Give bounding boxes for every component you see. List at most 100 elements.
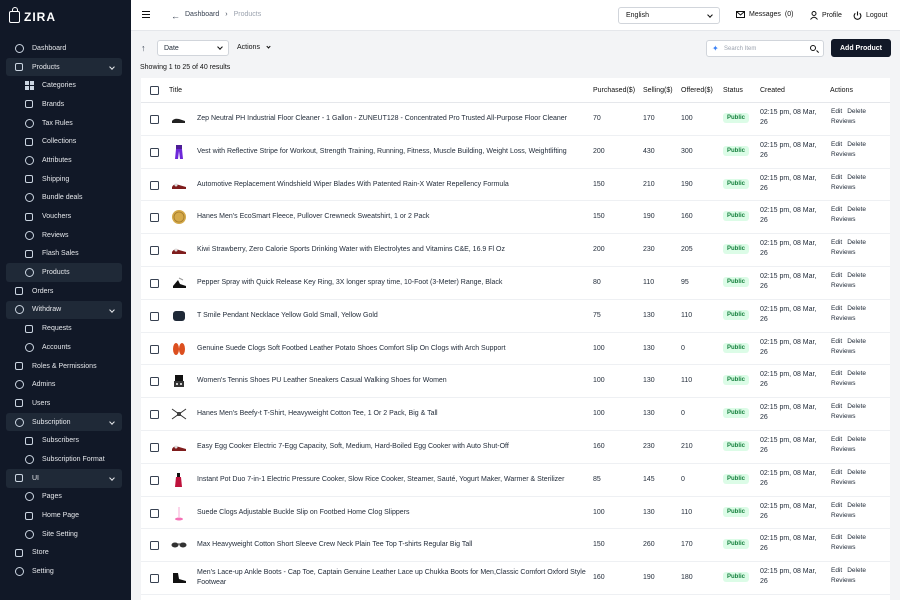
edit-link[interactable]: Edit bbox=[831, 141, 842, 148]
delete-link[interactable]: Delete bbox=[847, 534, 866, 541]
reviews-link[interactable]: Reviews bbox=[831, 315, 856, 322]
sidebar-item-accounts[interactable]: Accounts bbox=[6, 338, 122, 357]
edit-link[interactable]: Edit bbox=[831, 174, 842, 181]
row-checkbox[interactable] bbox=[150, 541, 159, 551]
product-title[interactable]: Hanes Men's Beefy-t T-Shirt, Heavyweight… bbox=[197, 403, 587, 425]
reviews-link[interactable]: Reviews bbox=[831, 380, 856, 387]
delete-link[interactable]: Delete bbox=[847, 338, 866, 345]
sidebar-item-brands[interactable]: Brands bbox=[6, 95, 122, 114]
sidebar-item-subscription-format[interactable]: Subscription Format bbox=[6, 450, 122, 469]
reviews-link[interactable]: Reviews bbox=[831, 512, 856, 519]
search-box[interactable]: ✦ Search Item bbox=[706, 40, 824, 57]
row-checkbox[interactable] bbox=[150, 443, 159, 452]
row-checkbox[interactable] bbox=[150, 344, 159, 354]
menu-toggle-icon[interactable] bbox=[142, 11, 150, 18]
edit-link[interactable]: Edit bbox=[831, 436, 842, 443]
edit-link[interactable]: Edit bbox=[831, 502, 842, 509]
row-checkbox[interactable] bbox=[150, 377, 159, 387]
product-title[interactable]: Automotive Replacement Windshield Wiper … bbox=[197, 174, 587, 196]
row-checkbox[interactable] bbox=[150, 508, 159, 518]
sidebar-item-roles-permissions[interactable]: Roles & Permissions bbox=[6, 357, 122, 376]
col-offered[interactable]: Offered($) bbox=[681, 87, 713, 94]
delete-link[interactable]: Delete bbox=[847, 436, 866, 443]
reviews-link[interactable]: Reviews bbox=[831, 184, 856, 191]
row-checkbox[interactable] bbox=[150, 147, 159, 157]
reviews-link[interactable]: Reviews bbox=[831, 577, 856, 584]
breadcrumb-dashboard[interactable]: Dashboard bbox=[185, 11, 219, 18]
edit-link[interactable]: Edit bbox=[831, 370, 842, 377]
sidebar-item-products[interactable]: Products bbox=[6, 57, 122, 77]
sidebar-item-flash-sales[interactable]: Flash Sales bbox=[6, 245, 122, 264]
sidebar-item-store[interactable]: Store bbox=[6, 544, 122, 563]
delete-link[interactable]: Delete bbox=[847, 305, 866, 312]
chevron-down-icon[interactable] bbox=[109, 418, 115, 425]
search-input[interactable]: Search Item bbox=[724, 46, 756, 52]
delete-link[interactable]: Delete bbox=[847, 370, 866, 377]
product-title[interactable]: Instant Pot Duo 7-in-1 Electric Pressure… bbox=[197, 469, 587, 491]
product-title[interactable]: Suede Clogs Adjustable Buckle Slip on Fo… bbox=[197, 502, 587, 524]
logo[interactable]: ZIRA bbox=[9, 7, 56, 25]
product-title[interactable]: Zep Neutral PH Industrial Floor Cleaner … bbox=[197, 108, 587, 130]
delete-link[interactable]: Delete bbox=[847, 141, 866, 148]
product-title[interactable]: Max Heavyweight Cotton Short Sleeve Crew… bbox=[197, 534, 587, 556]
reviews-link[interactable]: Reviews bbox=[831, 118, 856, 125]
edit-link[interactable]: Edit bbox=[831, 108, 842, 115]
row-checkbox[interactable] bbox=[150, 410, 159, 420]
product-title[interactable]: Men's Lace-up Ankle Boots - Cap Toe, Cap… bbox=[197, 567, 587, 589]
chevron-down-icon[interactable] bbox=[109, 306, 115, 313]
edit-link[interactable]: Edit bbox=[831, 534, 842, 541]
sidebar-item-subscribers[interactable]: Subscribers bbox=[6, 431, 122, 450]
edit-link[interactable]: Edit bbox=[831, 338, 842, 345]
product-title[interactable]: Hanes Men's EcoSmart Fleece, Pullover Cr… bbox=[197, 206, 587, 228]
sidebar-item-withdraw[interactable]: Withdraw bbox=[6, 300, 122, 320]
reviews-link[interactable]: Reviews bbox=[831, 544, 856, 551]
edit-link[interactable]: Edit bbox=[831, 206, 842, 213]
product-title[interactable]: Easy Egg Cooker Electric 7-Egg Capacity,… bbox=[197, 436, 587, 458]
sidebar-item-reviews[interactable]: Reviews bbox=[6, 226, 122, 245]
reviews-link[interactable]: Reviews bbox=[831, 348, 856, 355]
reviews-link[interactable]: Reviews bbox=[831, 282, 856, 289]
product-title[interactable]: Women's Tennis Shoes PU Leather Sneakers… bbox=[197, 370, 587, 392]
product-title[interactable]: Kiwi Strawberry, Zero Calorie Sports Dri… bbox=[197, 239, 587, 261]
chevron-down-icon[interactable] bbox=[109, 474, 115, 481]
edit-link[interactable]: Edit bbox=[831, 239, 842, 246]
profile-link[interactable]: Profile bbox=[810, 11, 842, 20]
sidebar-item-pages[interactable]: Pages bbox=[6, 488, 122, 507]
delete-link[interactable]: Delete bbox=[847, 108, 866, 115]
col-status[interactable]: Status bbox=[723, 87, 743, 94]
sidebar-item-users[interactable]: Users bbox=[6, 394, 122, 413]
row-checkbox[interactable] bbox=[150, 115, 159, 124]
sidebar-item-ui[interactable]: UI bbox=[6, 468, 122, 488]
delete-link[interactable]: Delete bbox=[847, 502, 866, 509]
sidebar-item-collections[interactable]: Collections bbox=[6, 132, 122, 151]
reviews-link[interactable]: Reviews bbox=[831, 446, 856, 453]
sidebar-item-home-page[interactable]: Home Page bbox=[6, 506, 122, 525]
reviews-link[interactable]: Reviews bbox=[831, 249, 856, 256]
back-arrow-icon[interactable]: ← bbox=[171, 11, 180, 21]
sidebar-item-attributes[interactable]: Attributes bbox=[6, 151, 122, 170]
row-checkbox[interactable] bbox=[150, 279, 159, 288]
product-title[interactable]: Pepper Spray with Quick Release Key Ring… bbox=[197, 272, 587, 294]
edit-link[interactable]: Edit bbox=[831, 403, 842, 410]
search-icon[interactable] bbox=[810, 45, 816, 51]
reviews-link[interactable]: Reviews bbox=[831, 413, 856, 420]
sidebar-item-vouchers[interactable]: Vouchers bbox=[6, 207, 122, 226]
sidebar-item-subscription[interactable]: Subscription bbox=[6, 412, 122, 432]
select-all-checkbox[interactable] bbox=[150, 86, 159, 95]
product-title[interactable]: Genuine Suede Clogs Soft Footbed Leather… bbox=[197, 338, 587, 360]
row-checkbox[interactable] bbox=[150, 246, 159, 256]
edit-link[interactable]: Edit bbox=[831, 272, 842, 279]
reviews-link[interactable]: Reviews bbox=[831, 479, 856, 486]
sidebar-item-orders[interactable]: Orders bbox=[6, 282, 122, 301]
actions-dropdown[interactable]: Actions bbox=[237, 44, 271, 51]
delete-link[interactable]: Delete bbox=[847, 403, 866, 410]
delete-link[interactable]: Delete bbox=[847, 174, 866, 181]
sidebar-item-categories[interactable]: Categories bbox=[6, 76, 122, 95]
sidebar-item-dashboard[interactable]: Dashboard bbox=[6, 39, 122, 58]
row-checkbox[interactable] bbox=[150, 574, 159, 584]
delete-link[interactable]: Delete bbox=[847, 469, 866, 476]
delete-link[interactable]: Delete bbox=[847, 567, 866, 574]
delete-link[interactable]: Delete bbox=[847, 206, 866, 213]
chevron-down-icon[interactable] bbox=[109, 63, 115, 70]
row-checkbox[interactable] bbox=[150, 180, 159, 190]
